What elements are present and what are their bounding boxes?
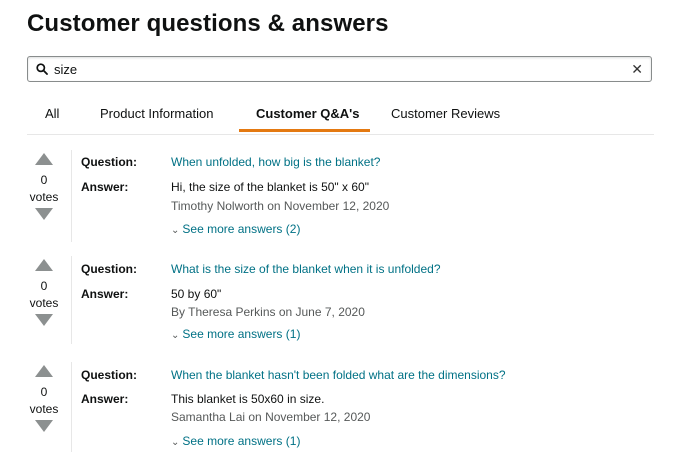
tab-product-information[interactable]: Product Information	[100, 104, 213, 132]
vote-column: 0 votes	[27, 259, 61, 326]
answer-label: Answer:	[81, 392, 129, 406]
downvote-arrow-icon[interactable]	[35, 420, 53, 432]
chevron-down-icon: ⌄	[171, 225, 180, 236]
page-title: Customer questions & answers	[27, 10, 389, 37]
answer-label: Answer:	[81, 180, 129, 194]
votes-label: votes	[29, 402, 59, 416]
question-link[interactable]: When the blanket hasn't been folded what…	[171, 368, 506, 382]
question-label: Question:	[81, 155, 137, 169]
answer-author: Timothy Nolworth on November 12, 2020	[171, 199, 390, 213]
see-more-answers-link[interactable]: ⌄ See more answers (1)	[171, 327, 300, 341]
tab-bar: All Product Information Customer Q&A's C…	[27, 104, 654, 135]
vote-count: 0	[40, 385, 48, 399]
tab-all[interactable]: All	[45, 104, 59, 132]
chevron-down-icon: ⌄	[171, 330, 180, 341]
see-more-label: See more answers (1)	[182, 434, 301, 448]
divider	[71, 362, 72, 452]
chevron-down-icon: ⌄	[171, 437, 180, 448]
answer-text: 50 by 60"	[171, 287, 222, 301]
see-more-label: See more answers (1)	[182, 327, 301, 341]
vote-count: 0	[40, 173, 48, 187]
see-more-label: See more answers (2)	[182, 222, 301, 236]
votes-label: votes	[29, 296, 59, 310]
downvote-arrow-icon[interactable]	[35, 208, 53, 220]
question-label: Question:	[81, 262, 137, 276]
tab-customer-qa[interactable]: Customer Q&A's	[256, 104, 360, 132]
clear-icon[interactable]: ✕	[631, 61, 643, 77]
answer-text: This blanket is 50x60 in size.	[171, 392, 325, 406]
downvote-arrow-icon[interactable]	[35, 314, 53, 326]
question-label: Question:	[81, 368, 137, 382]
upvote-arrow-icon[interactable]	[35, 365, 53, 377]
answer-author: Samantha Lai on November 12, 2020	[171, 410, 371, 424]
vote-column: 0 votes	[27, 153, 61, 220]
answer-label: Answer:	[81, 287, 129, 301]
tab-customer-reviews[interactable]: Customer Reviews	[391, 104, 500, 132]
upvote-arrow-icon[interactable]	[35, 259, 53, 271]
upvote-arrow-icon[interactable]	[35, 153, 53, 165]
answer-author: By Theresa Perkins on June 7, 2020	[171, 305, 365, 319]
question-link[interactable]: When unfolded, how big is the blanket?	[171, 155, 380, 169]
votes-label: votes	[29, 190, 59, 204]
search-icon	[36, 63, 48, 75]
divider	[71, 150, 72, 242]
vote-count: 0	[40, 279, 48, 293]
active-tab-indicator	[239, 129, 370, 132]
search-input[interactable]	[54, 58, 651, 80]
see-more-answers-link[interactable]: ⌄ See more answers (2)	[171, 222, 300, 236]
divider	[71, 256, 72, 344]
search-box[interactable]: ✕	[27, 56, 652, 82]
vote-column: 0 votes	[27, 365, 61, 432]
question-link[interactable]: What is the size of the blanket when it …	[171, 262, 441, 276]
see-more-answers-link[interactable]: ⌄ See more answers (1)	[171, 434, 300, 448]
answer-text: Hi, the size of the blanket is 50" x 60"	[171, 180, 369, 194]
